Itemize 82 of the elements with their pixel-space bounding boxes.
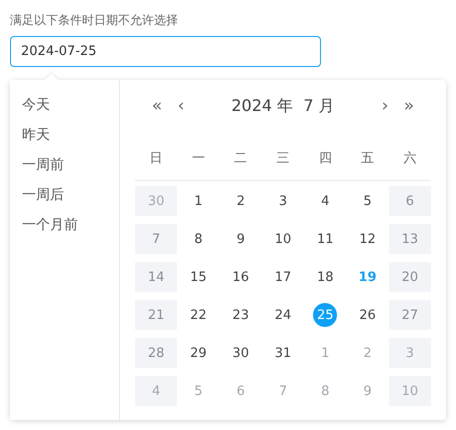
day-number: 1 (320, 344, 330, 362)
day-number: 30 (231, 344, 250, 362)
next-month-button[interactable]: › (373, 96, 397, 116)
day-cell[interactable]: 5 (346, 186, 389, 216)
day-number: 26 (358, 306, 377, 324)
day-number: 19 (358, 268, 378, 286)
weekday-label: 日 (148, 150, 164, 167)
day-number: 20 (400, 268, 420, 286)
day-cell[interactable]: 10 (262, 224, 304, 254)
field-label: 满足以下条件时日期不允许选择 (10, 12, 178, 29)
day-number: 23 (231, 306, 250, 324)
day-number: 15 (189, 268, 208, 286)
day-number: 16 (231, 268, 250, 286)
day-cell[interactable]: 18 (304, 262, 346, 292)
day-number: 4 (320, 192, 330, 210)
day-number: 25 (313, 303, 338, 327)
day-number: 24 (274, 306, 292, 324)
day-number: 5 (362, 192, 373, 210)
date-input-field[interactable]: 2024-07-25 (10, 36, 321, 67)
day-number: 31 (274, 344, 292, 362)
day-number: 18 (316, 268, 335, 286)
shortcut-item[interactable]: 一周前 (10, 150, 76, 180)
day-cell[interactable]: 30 (220, 338, 262, 368)
day-number: 7 (151, 230, 162, 248)
day-number: 4 (151, 382, 162, 400)
day-number: 2 (236, 192, 246, 210)
day-number: 12 (358, 230, 377, 248)
day-number: 13 (400, 230, 420, 248)
day-number: 2 (362, 344, 373, 362)
day-number: 9 (362, 382, 373, 400)
day-cell[interactable]: 12 (346, 224, 389, 254)
next-year-button[interactable]: » (397, 96, 421, 116)
day-number: 6 (236, 382, 246, 400)
day-cell[interactable]: 3 (262, 186, 304, 216)
prev-year-button[interactable]: « (145, 96, 169, 116)
weekday-label: 五 (360, 150, 376, 167)
day-cell[interactable]: 1 (177, 186, 220, 216)
day-number: 21 (146, 306, 166, 324)
shortcut-item[interactable]: 昨天 (10, 120, 62, 150)
prev-month-button[interactable]: ‹ (169, 96, 193, 116)
shortcut-item[interactable]: 今天 (10, 90, 62, 120)
day-number: 6 (404, 192, 415, 210)
shortcut-item[interactable]: 一周后 (10, 180, 76, 210)
day-cell[interactable]: 9 (220, 224, 262, 254)
day-cell[interactable]: 22 (177, 300, 220, 330)
day-number: 10 (274, 230, 292, 248)
day-cell[interactable]: 29 (177, 338, 220, 368)
day-number: 3 (278, 192, 288, 210)
day-cell[interactable]: 23 (220, 300, 262, 330)
day-number: 27 (400, 306, 420, 324)
day-cell[interactable]: 31 (262, 338, 304, 368)
shortcut-item[interactable]: 一个月前 (10, 210, 90, 240)
month-title: 2024 年 7 月 (230, 96, 336, 116)
day-number: 8 (320, 382, 330, 400)
weekday-label: 六 (402, 150, 418, 167)
day-number: 8 (193, 230, 204, 248)
day-number: 29 (189, 344, 208, 362)
day-number: 22 (189, 306, 208, 324)
day-number: 11 (316, 230, 335, 248)
day-number: 1 (193, 192, 204, 210)
day-cell[interactable]: 8 (177, 224, 220, 254)
weekday-label: 一 (190, 150, 206, 167)
weekday-label: 二 (233, 150, 248, 167)
weekday-label: 四 (318, 150, 333, 167)
day-number: 3 (404, 344, 415, 362)
day-number: 28 (146, 344, 166, 362)
weekday-label: 三 (275, 150, 290, 167)
day-number: 7 (278, 382, 288, 400)
day-cell[interactable]: 11 (304, 224, 346, 254)
day-number: 10 (400, 382, 420, 400)
day-number: 17 (274, 268, 292, 286)
day-cell[interactable]: 4 (304, 186, 346, 216)
day-cell[interactable]: 24 (262, 300, 304, 330)
day-number: 14 (146, 268, 166, 286)
day-number: 30 (146, 192, 166, 210)
day-cell[interactable]: 17 (262, 262, 304, 292)
day-cell[interactable]: 2 (220, 186, 262, 216)
day-cell[interactable]: 26 (346, 300, 389, 330)
day-cell[interactable]: 16 (220, 262, 262, 292)
day-number: 5 (193, 382, 204, 400)
day-number: 9 (236, 230, 246, 248)
day-cell[interactable]: 15 (177, 262, 220, 292)
